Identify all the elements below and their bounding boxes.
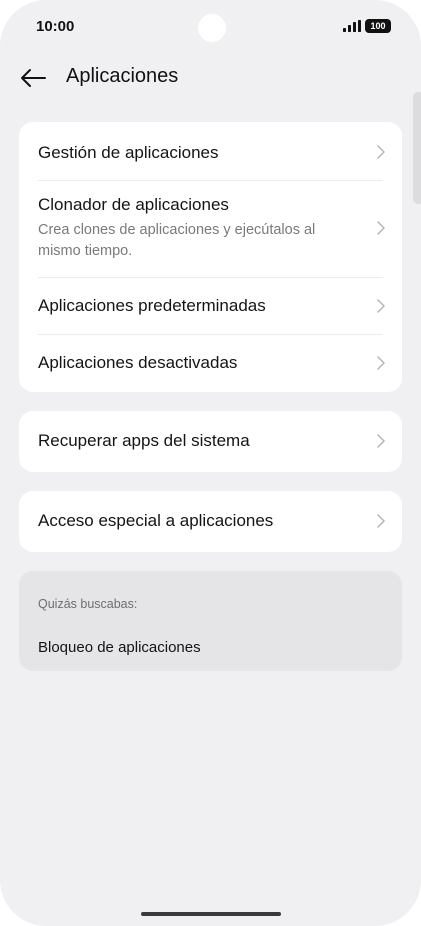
list-item-subtitle: Crea clones de aplicaciones y ejecútalos… bbox=[38, 222, 316, 259]
battery-icon: 100 bbox=[365, 19, 391, 33]
list-item-title: Aplicaciones predeterminadas bbox=[38, 296, 266, 315]
chevron-right-icon bbox=[377, 434, 385, 448]
list-item-disabled-apps[interactable]: Aplicaciones desactivadas bbox=[19, 335, 402, 392]
list-item-title: Clonador de aplicaciones bbox=[38, 195, 229, 214]
settings-group-recover: Recuperar apps del sistema bbox=[19, 411, 402, 472]
chevron-right-icon bbox=[377, 514, 385, 528]
settings-group-special: Acceso especial a aplicaciones bbox=[19, 491, 402, 552]
arrow-left-icon bbox=[21, 69, 46, 87]
scrollbar[interactable] bbox=[413, 92, 421, 204]
list-item-default-apps[interactable]: Aplicaciones predeterminadas bbox=[19, 278, 402, 334]
page-title: Aplicaciones bbox=[66, 65, 179, 87]
chevron-right-icon bbox=[377, 221, 385, 235]
chevron-right-icon bbox=[377, 356, 385, 370]
chevron-right-icon bbox=[377, 145, 385, 159]
suggestion-card: Quizás buscabas: Bloqueo de aplicaciones bbox=[19, 571, 402, 671]
list-item-recover-system-apps[interactable]: Recuperar apps del sistema bbox=[19, 411, 402, 472]
camera-cutout bbox=[198, 14, 226, 42]
list-item-special-app-access[interactable]: Acceso especial a aplicaciones bbox=[19, 491, 402, 552]
suggestion-link-app-lock[interactable]: Bloqueo de aplicaciones bbox=[38, 639, 201, 656]
chevron-right-icon bbox=[377, 299, 385, 313]
list-item-title: Aplicaciones desactivadas bbox=[38, 353, 238, 372]
list-item-title: Recuperar apps del sistema bbox=[38, 431, 250, 450]
status-icons: 100 bbox=[343, 19, 391, 33]
list-item-app-cloner[interactable]: Clonador de aplicaciones Crea clones de … bbox=[19, 181, 402, 277]
settings-group-main: Gestión de aplicaciones Clonador de apli… bbox=[19, 122, 402, 392]
back-button[interactable] bbox=[16, 62, 50, 94]
suggestion-label: Quizás buscabas: bbox=[38, 597, 138, 611]
list-item-app-management[interactable]: Gestión de aplicaciones bbox=[19, 122, 402, 180]
status-time: 10:00 bbox=[36, 18, 75, 35]
list-item-title: Acceso especial a aplicaciones bbox=[38, 511, 274, 530]
battery-level: 100 bbox=[370, 20, 386, 31]
status-bar: 10:00 100 bbox=[0, 0, 421, 56]
app-header: Aplicaciones bbox=[0, 56, 421, 100]
list-item-title: Gestión de aplicaciones bbox=[38, 143, 219, 162]
home-indicator[interactable] bbox=[141, 912, 281, 916]
signal-bars-icon bbox=[343, 20, 361, 32]
phone-screen: 10:00 100 Aplicaciones Gestión de aplica… bbox=[0, 0, 421, 926]
